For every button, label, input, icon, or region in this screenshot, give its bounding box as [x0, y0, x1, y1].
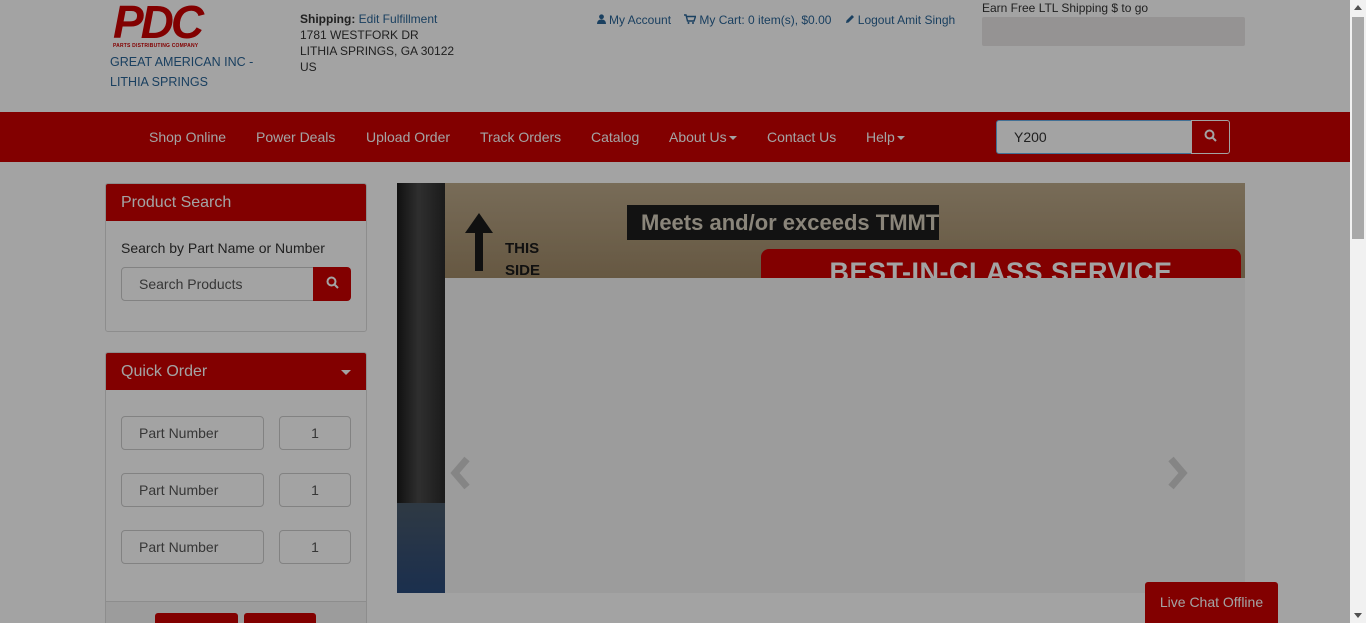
shipping-info: Shipping: Edit Fulfillment 1781 WESTFORK… — [300, 11, 454, 75]
my-account-label: My Account — [609, 13, 672, 27]
carousel-next-button[interactable] — [1165, 456, 1189, 497]
nav-power-deals[interactable]: Power Deals — [256, 129, 335, 145]
quick-order-secondary-button[interactable] — [244, 613, 316, 623]
product-search-button[interactable] — [313, 267, 351, 301]
carousel-prev-button[interactable] — [449, 456, 473, 497]
pdc-logo[interactable]: PDC PARTS DISTRIBUTING COMPANY — [113, 0, 211, 50]
quick-order-footer — [106, 601, 366, 623]
logout-label: Logout Amit Singh — [857, 13, 956, 27]
part-number-input[interactable]: Part Number — [121, 473, 264, 507]
address-line-3: US — [300, 60, 317, 74]
logout-link[interactable]: Logout Amit Singh — [845, 13, 955, 27]
search-icon — [1204, 129, 1217, 145]
caret-down-icon — [728, 136, 737, 141]
product-search-label: Search by Part Name or Number — [121, 240, 325, 256]
nav-about-us-label: About Us — [669, 129, 727, 145]
carousel-slide-image: THIS SIDE Meets and/or exceeds TMMT 223 … — [445, 183, 1245, 278]
address-line-1: 1781 WESTFORK DR — [300, 28, 419, 42]
part-number-input[interactable]: Part Number — [121, 530, 264, 564]
nav-shop-online[interactable]: Shop Online — [149, 129, 226, 145]
account-links: My Account My Cart: 0 item(s), $0.00 Log… — [597, 13, 955, 27]
chevron-left-icon — [449, 455, 473, 499]
hero-carousel: THIS SIDE Meets and/or exceeds TMMT 223 … — [397, 183, 1245, 593]
nav-about-us[interactable]: About Us — [669, 129, 737, 145]
my-cart-label: My Cart: 0 item(s), $0.00 — [699, 13, 832, 27]
logo-subtitle: PARTS DISTRIBUTING COMPANY — [113, 43, 199, 49]
chevron-right-icon — [1165, 455, 1189, 499]
nav-upload-order[interactable]: Upload Order — [366, 129, 450, 145]
page-scrollbar[interactable] — [1350, 0, 1366, 623]
quantity-input[interactable]: 1 — [279, 530, 351, 564]
main-nav: Shop Online Power Deals Upload Order Tra… — [0, 112, 1350, 162]
nav-help[interactable]: Help — [866, 129, 905, 145]
this-side-line-2: SIDE — [505, 262, 541, 278]
quantity-input[interactable]: 1 — [279, 473, 351, 507]
ltl-shipping-text: Earn Free LTL Shipping $ to go — [982, 1, 1149, 15]
quick-order-primary-button[interactable] — [155, 613, 238, 623]
pencil-icon — [845, 13, 855, 27]
search-icon — [326, 276, 339, 292]
quick-order-panel: Quick Order Part Number 1 Part Number 1 … — [105, 352, 367, 623]
cart-icon — [684, 13, 697, 27]
scroll-up-arrow-icon[interactable] — [1354, 5, 1362, 10]
my-cart-link[interactable]: My Cart: 0 item(s), $0.00 — [684, 13, 834, 27]
company-line-1: GREAT AMERICAN INC - — [110, 55, 254, 69]
header-search-button[interactable] — [1191, 120, 1230, 154]
scroll-thumb[interactable] — [1352, 17, 1364, 239]
up-arrow-stem — [475, 231, 483, 271]
header-search-input[interactable]: Y200 — [996, 120, 1193, 154]
company-name-link[interactable]: GREAT AMERICAN INC - LITHIA SPRINGS — [110, 52, 270, 92]
chevron-down-icon — [341, 370, 351, 375]
quick-order-header[interactable]: Quick Order — [106, 353, 366, 390]
nav-help-label: Help — [866, 129, 895, 145]
my-account-link[interactable]: My Account — [597, 13, 674, 27]
company-line-2: LITHIA SPRINGS — [110, 75, 208, 89]
user-icon — [597, 13, 606, 27]
nav-track-orders[interactable]: Track Orders — [480, 129, 561, 145]
quick-order-title: Quick Order — [121, 363, 208, 380]
shipping-label: Shipping: — [300, 12, 356, 26]
address-line-2: LITHIA SPRINGS, GA 30122 — [300, 44, 455, 58]
caret-down-icon — [896, 136, 905, 141]
product-search-panel: Product Search Search by Part Name or Nu… — [105, 183, 367, 332]
box-label: Meets and/or exceeds TMMT 223 — [627, 205, 939, 240]
live-chat-button[interactable]: Live Chat Offline — [1145, 582, 1278, 623]
header: PDC PARTS DISTRIBUTING COMPANY GREAT AME… — [0, 0, 1350, 112]
ltl-progress-bar — [982, 17, 1245, 46]
quantity-input[interactable]: 1 — [279, 416, 351, 450]
banner-headline: BEST-IN-CLASS SERVICE — [761, 249, 1241, 278]
nav-contact-us[interactable]: Contact Us — [767, 129, 836, 145]
edit-fulfillment-link[interactable]: Edit Fulfillment — [359, 12, 438, 26]
logo-wordmark: PDC — [113, 0, 204, 48]
up-arrow-icon — [465, 213, 493, 233]
nav-catalog[interactable]: Catalog — [591, 129, 639, 145]
carousel-side-image — [397, 183, 445, 593]
scroll-down-arrow-icon[interactable] — [1354, 613, 1362, 618]
product-search-title: Product Search — [106, 184, 366, 221]
product-search-input[interactable]: Search Products — [121, 267, 315, 301]
this-side-line-1: THIS — [505, 240, 540, 257]
part-number-input[interactable]: Part Number — [121, 416, 264, 450]
this-side-text: THIS SIDE — [505, 238, 540, 278]
